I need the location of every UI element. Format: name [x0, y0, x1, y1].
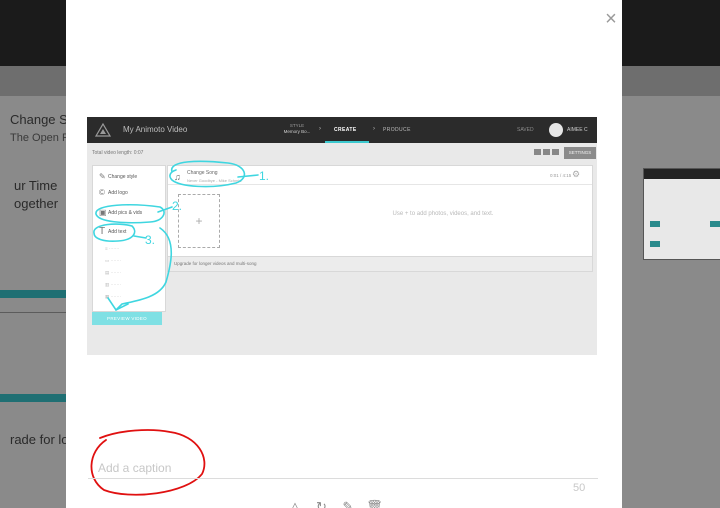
sidebar-subitem[interactable]: ≡ ······· [105, 246, 119, 251]
background-strip [0, 394, 66, 402]
save-status: SAVED [517, 127, 534, 133]
chevron-right-icon: › [373, 126, 375, 132]
image-icon: ▣ [99, 208, 107, 217]
sidebar-subitem[interactable]: ▭ ······· [105, 258, 121, 264]
user-menu[interactable]: AIMEE C [567, 127, 588, 133]
grid-view-icon[interactable] [543, 149, 550, 155]
sidebar-subitem[interactable]: ▦ ······· [105, 294, 121, 300]
change-song-link[interactable]: Change Song [187, 170, 218, 176]
settings-button[interactable]: SETTINGS [564, 147, 596, 159]
change-style-button[interactable]: ✎ Change style [99, 172, 137, 181]
nav-produce[interactable]: PRODUCE [383, 127, 411, 133]
active-tab-indicator [325, 141, 369, 143]
add-content-hint: Use + to add photos, videos, and text. [392, 211, 494, 217]
background-strip [0, 290, 66, 298]
project-title: My Animoto Video [123, 125, 188, 134]
add-logo-button[interactable]: © Add logo [99, 188, 128, 197]
add-block-button[interactable]: + [178, 194, 220, 248]
background-rule [0, 312, 66, 313]
caption-underline [88, 478, 598, 479]
gear-icon[interactable]: ⚙ [572, 169, 580, 180]
caption-input[interactable] [98, 461, 378, 475]
background-title-2: ur Time [14, 178, 58, 193]
nav-style[interactable]: STYLE Memory Bo... [277, 123, 317, 135]
add-pics-vids-button[interactable]: ▣Add pics & vids [99, 208, 142, 217]
brush-icon: ✎ [99, 172, 106, 181]
rotate-icon[interactable]: ↻ [310, 500, 332, 508]
song-duration: 0:01 / 4:15 [550, 173, 572, 178]
song-panel: ♫ Change Song Never Goodbye - Mike Schmi… [167, 165, 593, 257]
song-name: Never Goodbye - Mike Schmid [187, 178, 242, 183]
chevron-right-icon: › [319, 126, 321, 132]
trash-icon[interactable]: 🗑 [363, 500, 385, 508]
upgrade-text: Upgrade for longer videos and multi-song [174, 261, 257, 266]
background-right-panel [622, 96, 720, 508]
caption-toolbar: △ ↻ ✎ 🗑 [284, 498, 385, 508]
background-upgrade-text: rade for lo [10, 432, 69, 447]
video-length: Total video length: 0:07 [92, 150, 144, 156]
add-text-button[interactable]: T Add text [99, 226, 126, 237]
triangle-icon[interactable]: △ [284, 500, 306, 508]
logo-icon: © [99, 188, 105, 197]
list-view-icon[interactable] [534, 149, 541, 155]
text-icon: T [99, 226, 106, 237]
large-view-icon[interactable] [552, 149, 559, 155]
nav-create[interactable]: CREATE [334, 127, 357, 133]
divider [168, 184, 592, 185]
upgrade-banner[interactable]: Upgrade for longer videos and multi-song [167, 256, 593, 272]
animoto-logo-icon [95, 123, 111, 137]
pencil-icon[interactable]: ✎ [337, 500, 359, 508]
preview-video-button[interactable]: PREVIEW VIDEO [92, 312, 162, 325]
background-thumbnail [643, 168, 720, 260]
sidebar-subitem[interactable]: ▤ ······· [105, 270, 121, 276]
avatar[interactable] [549, 123, 563, 137]
animoto-editor-screenshot: My Animoto Video STYLE Memory Bo... › CR… [87, 117, 597, 355]
background-title-3: ogether [14, 196, 59, 211]
close-button[interactable]: × [600, 8, 622, 30]
editor-sidebar: ✎ Change style © Add logo ▣Add pics & vids… [92, 165, 166, 312]
sidebar-subitem[interactable]: ▥ ······· [105, 282, 121, 288]
music-note-icon: ♫ [174, 172, 181, 182]
caption-char-count: 50 [573, 482, 586, 494]
